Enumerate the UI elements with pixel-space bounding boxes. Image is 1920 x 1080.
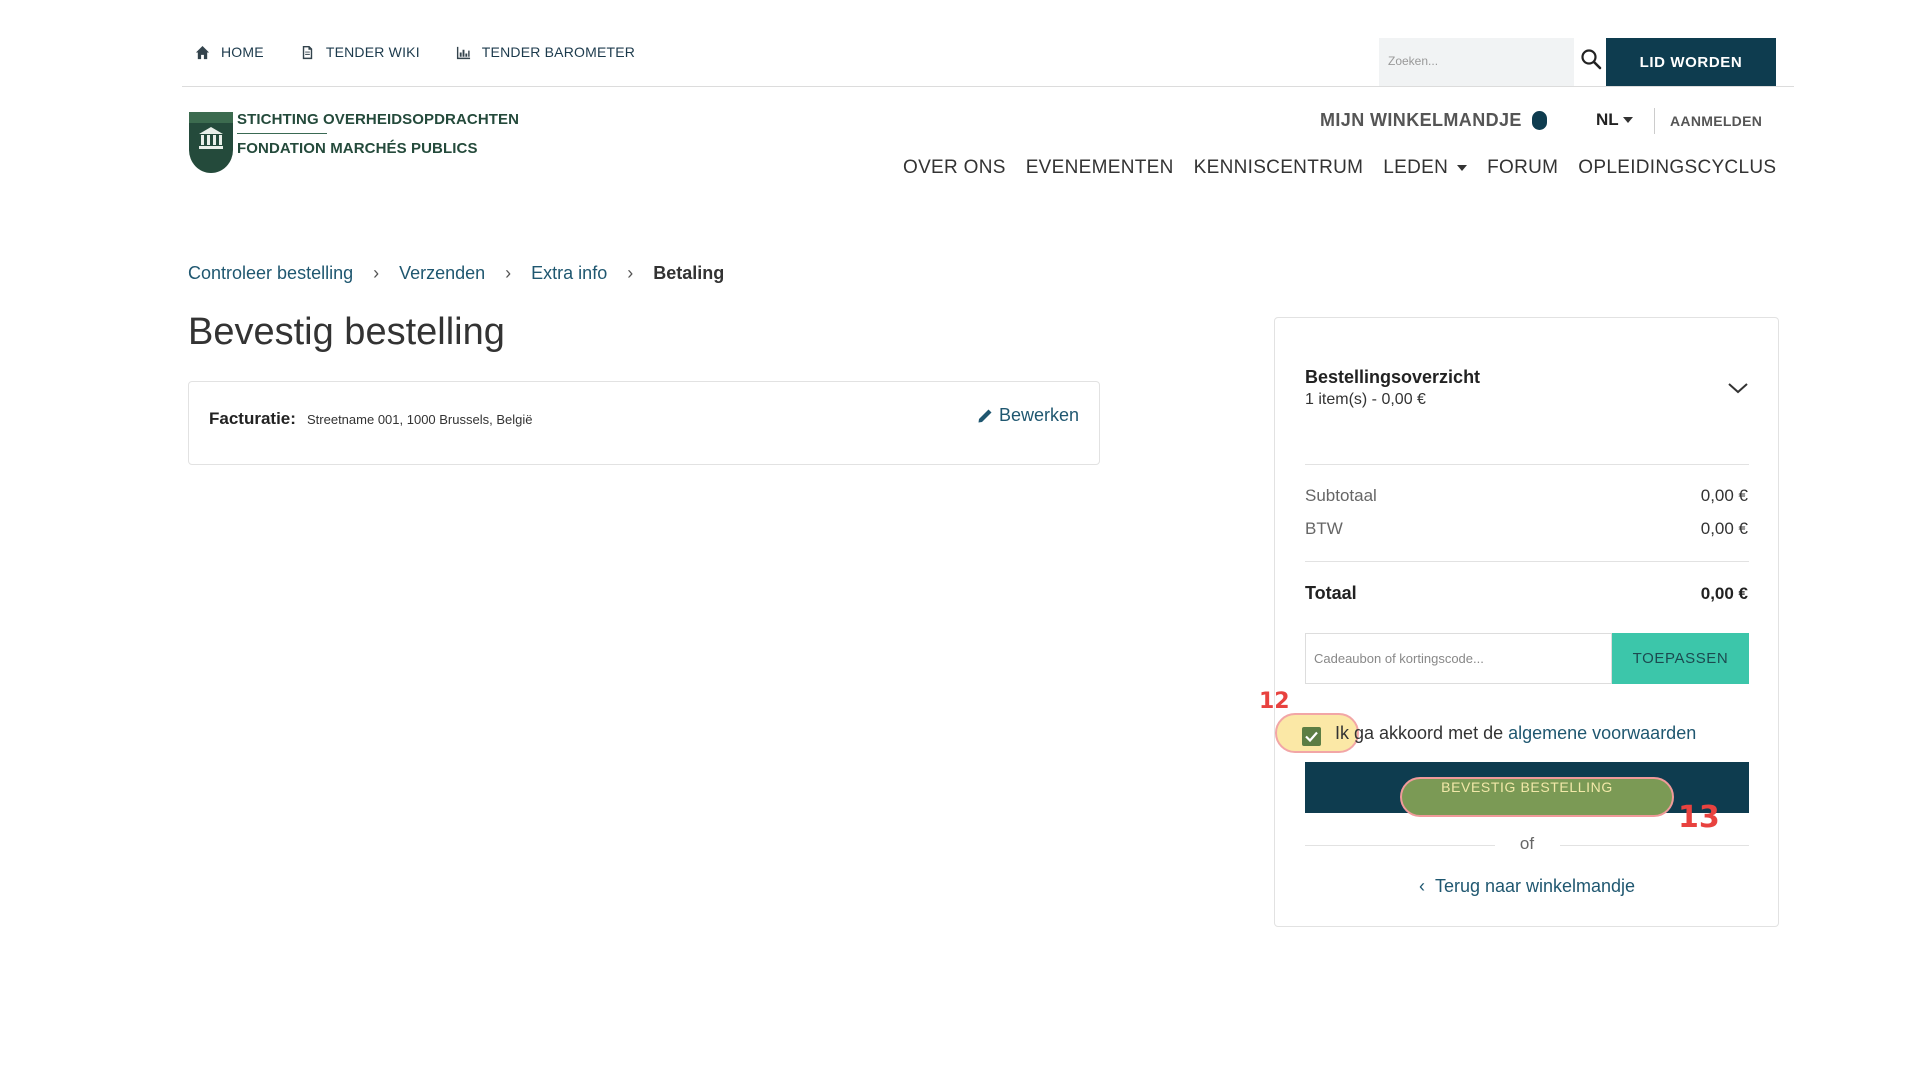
- billing-label: Facturatie:: [209, 409, 296, 428]
- logo-shield-icon[interactable]: [189, 112, 233, 173]
- step-marker-13: 13: [1678, 800, 1720, 835]
- back-to-cart-label: Terug naar winkelmandje: [1434, 876, 1636, 896]
- language-label: NL: [1596, 110, 1619, 129]
- vat-label: BTW: [1305, 519, 1343, 538]
- header-divider: [182, 86, 1794, 87]
- checkmark-icon: [1305, 731, 1318, 743]
- chevron-right-icon: ›: [505, 263, 512, 283]
- order-summary-card: Bestellingsoverzicht 1 item(s) - 0,00 € …: [1274, 317, 1779, 927]
- summary-item-count: 1 item(s) - 0,00 €: [1305, 391, 1426, 408]
- summary-divider: [1305, 561, 1749, 562]
- language-dropdown[interactable]: NL: [1596, 110, 1633, 130]
- chevron-right-icon: ›: [627, 263, 634, 283]
- logo-title-nl[interactable]: STICHTING OVERHEIDSOPDRACHTEN: [237, 111, 519, 128]
- nav-item-kenniscentrum[interactable]: KENNISCENTRUM: [1194, 157, 1364, 179]
- nav-item-over-ons[interactable]: OVER ONS: [903, 157, 1006, 179]
- terms-checkbox[interactable]: [1302, 727, 1321, 746]
- billing-card: Facturatie: Streetname 001, 1000 Brussel…: [188, 381, 1100, 465]
- pencil-icon: [978, 409, 992, 422]
- breadcrumb: Controleer bestelling › Verzenden › Extr…: [188, 263, 724, 284]
- main-nav: OVER ONS EVENEMENTEN KENNISCENTRUM LEDEN…: [903, 157, 1776, 179]
- nav-item-evenementen[interactable]: EVENEMENTEN: [1026, 157, 1174, 179]
- billing-address: Streetname 001, 1000 Brussels, België: [307, 412, 533, 427]
- edit-billing-link[interactable]: Bewerken: [977, 405, 1079, 426]
- bar-chart-icon: [456, 46, 470, 59]
- tender-barometer-link[interactable]: TENDER BAROMETER: [456, 44, 635, 60]
- breadcrumb-current: Betaling: [653, 263, 725, 283]
- search-icon[interactable]: [1580, 48, 1602, 70]
- chevron-right-icon: ›: [373, 263, 380, 283]
- nav-item-leden[interactable]: LEDEN: [1383, 157, 1468, 179]
- tender-barometer-label: TENDER BAROMETER: [481, 44, 636, 60]
- edit-billing-label: Bewerken: [998, 405, 1079, 425]
- chevron-down-icon: [1622, 117, 1633, 123]
- cart-link-label: MIJN WINKELMANDJE: [1320, 110, 1522, 130]
- back-to-cart-link[interactable]: ‹ Terug naar winkelmandje: [1305, 876, 1749, 897]
- page-title: Bevestig bestelling: [188, 311, 505, 353]
- total-value: 0,00 €: [1700, 584, 1748, 603]
- become-member-button[interactable]: LID WORDEN: [1606, 38, 1776, 86]
- summary-title: Bestellingsoverzicht: [1305, 367, 1481, 387]
- terms-link[interactable]: algemene voorwaarden: [1508, 723, 1696, 743]
- step-marker-12: 12: [1259, 689, 1290, 714]
- home-icon: [195, 45, 210, 59]
- home-link-label: HOME: [221, 44, 264, 60]
- breadcrumb-item-controleer[interactable]: Controleer bestelling: [188, 263, 353, 284]
- document-icon: [302, 45, 312, 59]
- apply-coupon-button[interactable]: TOEPASSEN: [1612, 633, 1749, 684]
- tender-wiki-link[interactable]: TENDER WIKI: [300, 44, 420, 60]
- confirm-order-label: BEVESTIG BESTELLING: [1441, 779, 1613, 795]
- cart-link[interactable]: MIJN WINKELMANDJE: [1320, 110, 1547, 131]
- top-utility-nav: HOME TENDER WIKI TENDER BAROMETER: [195, 44, 635, 60]
- cart-count-badge: [1531, 111, 1547, 130]
- terms-agreement: Ik ga akkoord met de algemene voorwaarde…: [1335, 723, 1696, 744]
- nav-item-forum[interactable]: FORUM: [1487, 157, 1558, 179]
- logo-title-fr[interactable]: FONDATION MARCHÉS PUBLICS: [237, 140, 478, 157]
- breadcrumb-item-verzenden[interactable]: Verzenden: [399, 263, 485, 284]
- or-label: of: [1519, 834, 1535, 853]
- nav-item-opleidingscyclus[interactable]: OPLEIDINGSCYCLUS: [1578, 157, 1776, 179]
- login-link[interactable]: AANMELDEN: [1670, 113, 1762, 129]
- header-separator: [1654, 108, 1655, 134]
- tender-wiki-label: TENDER WIKI: [325, 44, 420, 60]
- subtotal-label: Subtotaal: [1305, 486, 1377, 505]
- nav-item-leden-label: LEDEN: [1383, 157, 1449, 178]
- vat-value: 0,00 €: [1700, 519, 1748, 538]
- terms-agreement-label: Ik ga akkoord met de: [1335, 723, 1509, 743]
- breadcrumb-item-extra-info[interactable]: Extra info: [531, 263, 607, 284]
- chevron-down-icon: [1457, 165, 1468, 171]
- subtotal-value: 0,00 €: [1700, 486, 1748, 505]
- chevron-down-icon[interactable]: [1726, 380, 1750, 396]
- total-label: Totaal: [1305, 583, 1357, 603]
- summary-divider: [1305, 464, 1749, 465]
- search-box: [1379, 38, 1574, 86]
- home-link[interactable]: HOME: [195, 44, 264, 60]
- coupon-input[interactable]: [1305, 633, 1612, 684]
- logo-separator: [237, 133, 327, 134]
- chevron-left-icon: ‹: [1418, 876, 1435, 896]
- search-input[interactable]: [1379, 38, 1568, 84]
